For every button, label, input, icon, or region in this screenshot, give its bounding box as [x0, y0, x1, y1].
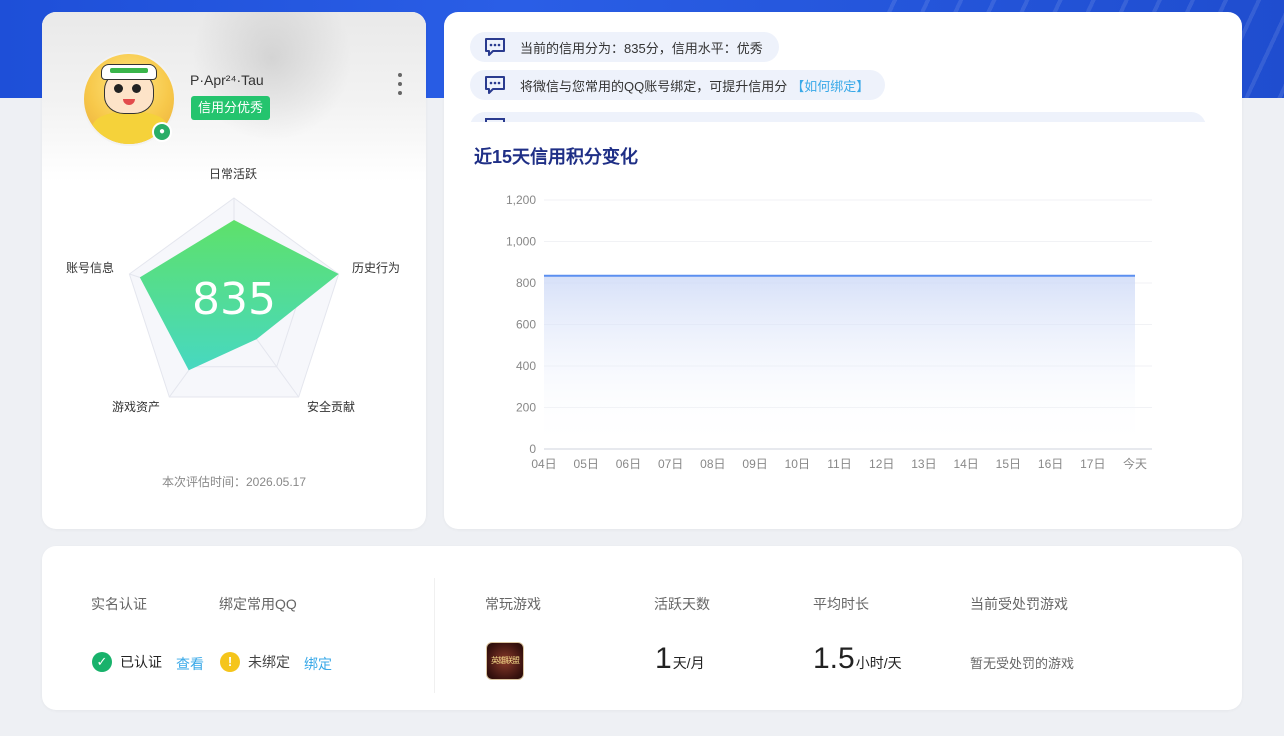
x-tick-label: 17日: [1080, 457, 1105, 471]
x-tick-label: 09日: [742, 457, 767, 471]
avg-duration-value: 1.5 小时/天: [813, 642, 902, 675]
y-tick-label: 600: [516, 318, 536, 332]
y-tick-label: 1,000: [506, 235, 536, 249]
y-tick-label: 800: [516, 276, 536, 290]
active-days-value: 1 天/月: [655, 642, 705, 675]
check-circle-icon: ✓: [92, 652, 112, 672]
punished-games-value: 暂无受处罚的游戏: [970, 656, 1075, 671]
x-tick-label: 07日: [658, 457, 683, 471]
x-tick-label: 04日: [531, 457, 556, 471]
y-tick-label: 400: [516, 359, 536, 373]
x-tick-label: 08日: [700, 457, 725, 471]
series-area: [544, 275, 1135, 449]
x-tick-label: 14日: [953, 457, 978, 471]
realname-heading: 实名认证: [91, 596, 147, 612]
credit-score: 835: [192, 274, 276, 325]
active-days-heading: 活跃天数: [654, 596, 710, 612]
frequent-game-heading: 常玩游戏: [485, 596, 541, 612]
x-tick-label: 12日: [869, 457, 894, 471]
x-tick-label: 05日: [574, 457, 599, 471]
evaluation-time: 本次评估时间：2026.05.17: [161, 475, 307, 489]
x-tick-label: 15日: [996, 457, 1021, 471]
view-realname-link[interactable]: 查看: [176, 654, 204, 674]
radar-label-game-assets: 游戏资产: [112, 400, 161, 414]
x-tick-label: 10日: [785, 457, 810, 471]
radar-label-account-info: 账号信息: [66, 261, 115, 275]
x-tick-label: 16日: [1038, 457, 1063, 471]
x-tick-label: 06日: [616, 457, 641, 471]
game-icon-league-of-legends[interactable]: 英雄联盟: [486, 642, 524, 680]
chart-card: 当前的信用分为：835分，信用水平：优秀 将微信与您常用的QQ账号绑定，可提升信…: [444, 12, 1242, 529]
divider: [434, 578, 435, 693]
x-tick-label: 11日: [827, 457, 851, 471]
avg-duration-heading: 平均时长: [813, 596, 869, 612]
realname-status: ✓ 已认证: [92, 652, 162, 672]
radar-label-security-contribution: 安全贡献: [307, 400, 356, 414]
bind-qq-heading: 绑定常用QQ: [219, 596, 297, 612]
radar-label-daily-activity: 日常活跃: [209, 167, 258, 181]
x-tick-label: 13日: [911, 457, 936, 471]
y-tick-label: 1,200: [506, 193, 536, 207]
bind-qq-link[interactable]: 绑定: [304, 654, 332, 674]
x-tick-label: 今天: [1123, 456, 1147, 471]
qq-bind-status: ! 未绑定: [220, 652, 290, 672]
credit-trend-chart: 0 200 400 600 800 1,000 1,200 04日 05日 06日 07日 08日 09…: [506, 193, 1152, 471]
radar-label-history-behavior: 历史行为: [352, 261, 401, 275]
y-tick-label: 200: [516, 401, 536, 415]
warning-icon: !: [220, 652, 240, 672]
account-info-card: 实名认证 绑定常用QQ ✓ 已认证 查看 ! 未绑定 绑定 常玩游戏 英雄联盟 …: [42, 546, 1242, 710]
profile-card: ● P·Apr²⁴·Tau 信用分优秀 日常活跃 历史行为 安全贡献 游戏资产 …: [42, 12, 426, 529]
y-tick-label: 0: [529, 442, 536, 456]
punished-games-heading: 当前受处罚游戏: [970, 596, 1068, 612]
